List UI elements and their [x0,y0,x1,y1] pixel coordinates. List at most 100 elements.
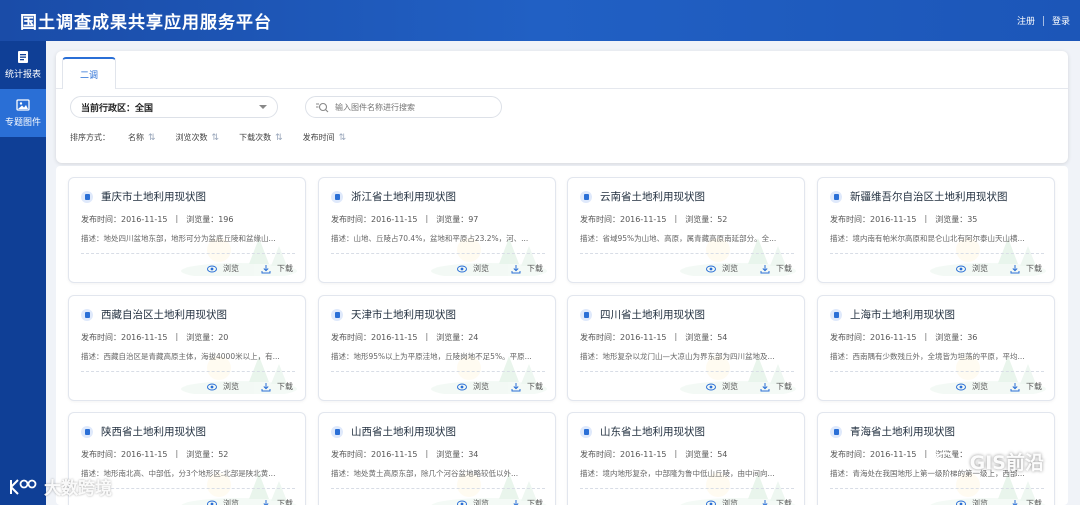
download-button[interactable]: 下载 [760,263,792,274]
meta-separator: | [924,332,928,341]
browse-label: 浏览 [223,382,239,391]
search-icon [316,102,329,112]
browse-button[interactable]: 浏览 [457,381,489,392]
sidebar-item-reports[interactable]: 统计报表 [0,41,46,89]
publish-date: 发布时间：2016-11-15 [331,449,418,460]
map-card[interactable]: 云南省土地利用现状图 发布时间：2016-11-15 | 浏览量：52 描述：省域95%… [567,177,805,283]
publish-date: 发布时间：2016-11-15 [580,449,667,460]
browse-button[interactable]: 浏览 [706,263,738,274]
view-count: 浏览量：24 [436,332,478,343]
download-icon [261,382,271,391]
card-title[interactable]: 山东省土地利用现状图 [600,424,705,439]
browse-button[interactable]: 浏览 [457,498,489,505]
map-card[interactable]: 重庆市土地利用现状图 发布时间：2016-11-15 | 浏览量：196 描述：地处四川… [68,177,306,283]
card-title[interactable]: 上海市土地利用现状图 [850,307,955,322]
views-prefix: 浏览量： [935,333,968,342]
view-count: 浏览量：54 [685,332,727,343]
meta-separator: | [175,332,179,341]
download-icon [1012,499,1018,505]
download-button[interactable]: 下载 [1010,263,1042,274]
region-select[interactable]: 当前行政区：全国 [70,96,278,118]
browse-button[interactable]: 浏览 [207,498,239,505]
map-card[interactable]: 新疆维吾尔自治区土地利用现状图 发布时间：2016-11-15 | 浏览量：35 描述：… [817,177,1055,283]
eye-icon [207,383,217,390]
download-icon [762,499,768,505]
tab-survey[interactable]: 二调 [62,57,116,89]
download-button[interactable]: 下载 [261,263,293,274]
meta-separator: | [425,449,429,458]
browse-button[interactable]: 浏览 [207,381,239,392]
card-title[interactable]: 陕西省土地利用现状图 [101,424,206,439]
card-title[interactable]: 重庆市土地利用现状图 [101,189,206,204]
card-header: 新疆维吾尔自治区土地利用现状图 [830,189,1008,204]
browse-button[interactable]: 浏览 [706,498,738,505]
card-divider [81,371,295,372]
card-title[interactable]: 青海省土地利用现状图 [850,424,955,439]
browse-button[interactable]: 浏览 [457,263,489,274]
card-title[interactable]: 天津市土地利用现状图 [351,307,456,322]
card-title[interactable]: 山西省土地利用现状图 [351,424,456,439]
date-value: 2016-11-15 [371,333,418,342]
browse-button[interactable]: 浏览 [956,381,988,392]
register-link[interactable]: 注册 [1017,14,1035,27]
date-prefix: 发布时间： [580,450,620,459]
download-button[interactable]: 下载 [511,263,543,274]
map-card[interactable]: 天津市土地利用现状图 发布时间：2016-11-15 | 浏览量：24 描述：地形95%… [318,295,556,401]
sort-by-name[interactable]: 名称 ⇅ [128,132,155,143]
download-button[interactable]: 下载 [261,498,293,505]
search-box[interactable] [305,96,502,118]
browse-button[interactable]: 浏览 [207,263,239,274]
download-button[interactable]: 下载 [1010,498,1042,505]
view-count: 浏览量：54 [685,449,727,460]
sort-arrows-icon: ⇅ [211,132,219,143]
download-button[interactable]: 下载 [261,381,293,392]
sort-by-downloads[interactable]: 下载次数 ⇅ [239,132,282,143]
filter-panel: 二调 当前行政区：全国 排序方式： 名称 ⇅ 浏览次数 ⇅ [56,51,1068,163]
sort-arrows-icon: ⇅ [148,132,155,143]
card-meta: 发布时间：2016-11-15 | 浏览量：36 [830,332,977,343]
map-card[interactable]: 上海市土地利用现状图 发布时间：2016-11-15 | 浏览量：36 描述：西南隅有少… [817,295,1055,401]
card-divider [830,371,1044,372]
sort-option-label: 下载次数 [239,133,272,142]
card-actions: 浏览 下载 [457,263,543,274]
views-value: 24 [468,333,479,342]
card-title[interactable]: 云南省土地利用现状图 [600,189,705,204]
document-icon [830,425,842,438]
browse-button[interactable]: 浏览 [706,381,738,392]
meta-separator: | [924,214,928,223]
login-link[interactable]: 登录 [1052,14,1070,27]
map-card[interactable]: 西藏自治区土地利用现状图 发布时间：2016-11-15 | 浏览量：20 描述：西藏自… [68,295,306,401]
map-card[interactable]: 四川省土地利用现状图 发布时间：2016-11-15 | 浏览量：54 描述：地形复杂以… [567,295,805,401]
browse-button[interactable]: 浏览 [956,498,988,505]
sort-by-publish-date[interactable]: 发布时间 ⇅ [303,132,346,143]
map-card[interactable]: 浙江省土地利用现状图 发布时间：2016-11-15 | 浏览量：97 描述：山地、丘陵… [318,177,556,283]
card-title[interactable]: 新疆维吾尔自治区土地利用现状图 [850,189,1008,204]
card-description: 描述：地处四川盆地东部，地形可分为盆底丘陵和盆缘山... [81,234,276,243]
search-input[interactable] [335,102,485,112]
browse-button[interactable]: 浏览 [956,263,988,274]
download-button[interactable]: 下载 [511,498,543,505]
browse-label: 浏览 [972,264,988,273]
card-title[interactable]: 四川省土地利用现状图 [600,307,705,322]
card-divider [830,488,1044,489]
card-grid: 重庆市土地利用现状图 发布时间：2016-11-15 | 浏览量：196 描述：地处四川… [56,166,1068,505]
download-button[interactable]: 下载 [1010,381,1042,392]
watermark-right-text: GIS前沿 [969,452,1044,474]
card-description: 描述：西藏自治区是青藏高原主体，海拔4000米以上，有... [81,352,280,361]
date-value: 2016-11-15 [870,333,917,342]
card-description: 描述：省域95%为山地、高原，属青藏高原南延部分。全... [580,234,777,243]
sidebar-item-thematic-maps[interactable]: 专题图件 [0,89,46,137]
watermark-left: 大数跨境 [8,474,112,499]
card-title[interactable]: 浙江省土地利用现状图 [351,189,456,204]
card-header: 天津市土地利用现状图 [331,307,456,322]
map-card[interactable]: 山东省土地利用现状图 发布时间：2016-11-15 | 浏览量：54 描述：境内地形复… [567,412,805,505]
browse-label: 浏览 [473,382,489,391]
download-button[interactable]: 下载 [760,498,792,505]
card-title[interactable]: 西藏自治区土地利用现状图 [101,307,227,322]
card-meta: 发布时间：2016-11-15 | 浏览量：54 [580,332,727,343]
download-button[interactable]: 下载 [760,381,792,392]
view-count: 浏览量：52 [186,449,228,460]
sort-by-views[interactable]: 浏览次数 ⇅ [176,132,219,143]
map-card[interactable]: 山西省土地利用现状图 发布时间：2016-11-15 | 浏览量：34 描述：地处黄土高… [318,412,556,505]
download-button[interactable]: 下载 [511,381,543,392]
